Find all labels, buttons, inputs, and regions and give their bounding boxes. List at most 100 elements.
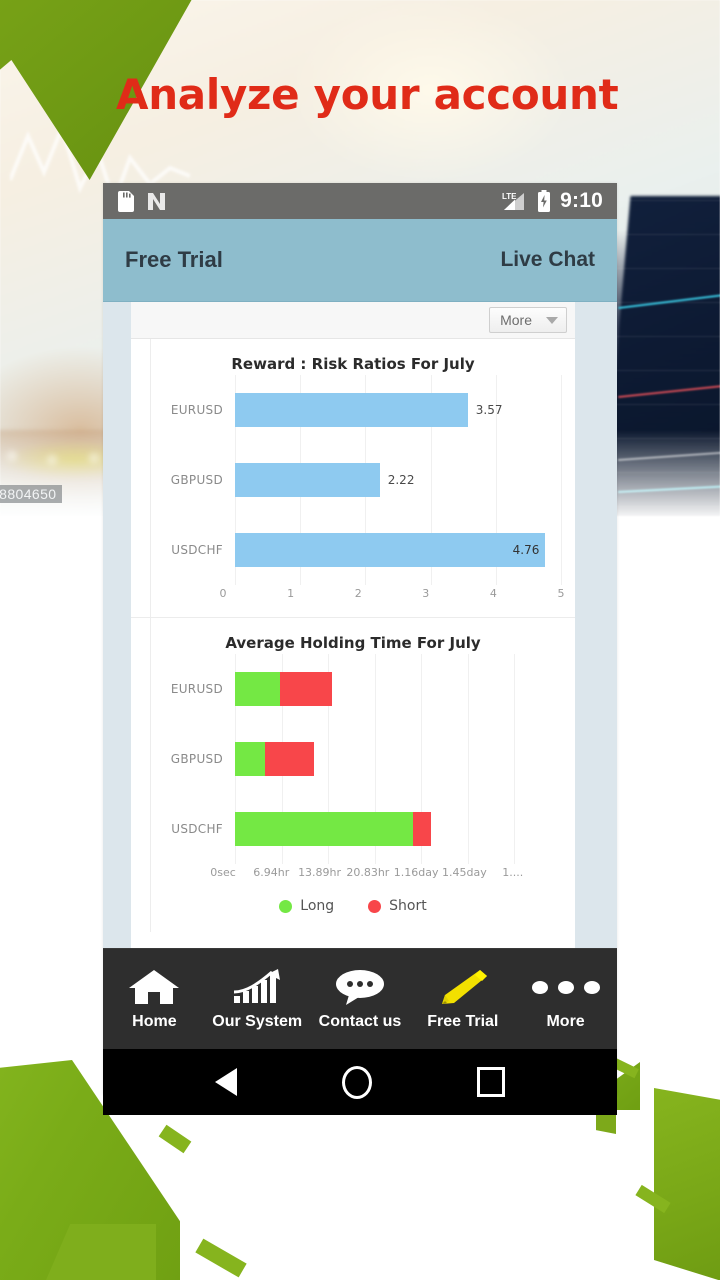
reward-risk-chart-card: Reward : Risk Ratios For July EURUSD 3.57… (131, 339, 575, 617)
x-tick-label: 5 (557, 587, 565, 600)
chart-title: Reward : Risk Ratios For July (231, 355, 475, 373)
x-tick-label: 1 (287, 587, 295, 600)
tab-our-system[interactable]: Our System (206, 949, 309, 1049)
legend-dot-icon (279, 899, 293, 913)
chart-bar-segment (279, 672, 332, 706)
more-dropdown-label: More (500, 312, 532, 328)
x-axis-ticks: 0 1 2 3 4 5 (219, 587, 565, 605)
content-left-gutter (103, 302, 131, 948)
x-tick-label: 1.45day (442, 866, 487, 879)
stock-watermark: 68804650 (0, 485, 62, 503)
chart-bar-row: GBPUSD (145, 724, 561, 794)
bar-value-label: 4.76 (512, 543, 540, 557)
circle-home-icon[interactable] (341, 1065, 372, 1099)
report-toolbar: More (131, 302, 575, 339)
x-tick-label: 1.... (502, 866, 524, 879)
legend-label: Short (389, 898, 427, 914)
live-chat-button[interactable]: Live Chat (500, 248, 595, 272)
home-icon (127, 967, 181, 1007)
bar-track: 4.76 (235, 515, 562, 585)
x-tick-label: 6.94hr (253, 866, 290, 879)
chart-bar (235, 533, 546, 567)
category-label: GBPUSD (170, 752, 223, 766)
legend-dot-icon (368, 899, 382, 913)
chevron-down-icon (546, 316, 558, 324)
chat-bubble-icon (333, 967, 387, 1007)
x-tick-label: 2 (354, 587, 362, 600)
decor-green-bottom-right (654, 1088, 720, 1280)
chart-bar-segment (413, 812, 432, 846)
sd-card-icon (118, 190, 134, 212)
bar-track (235, 794, 561, 864)
content-right-gutter (575, 302, 617, 948)
x-tick-label: 1.16day (393, 866, 439, 879)
tab-more[interactable]: More (514, 949, 617, 1049)
chart-bar-row: USDCHF 4.76 (145, 515, 562, 585)
x-tick-label: 20.83hr (346, 866, 390, 879)
bottom-tab-bar: Home Our System Contact us Free Trial More (103, 948, 617, 1049)
app-title: Free Trial (125, 247, 223, 272)
x-tick-label: 4 (489, 587, 497, 600)
legend-item: Short (368, 898, 427, 914)
x-axis-ticks: 0sec 6.94hr 13.89hr 20.83hr 1.16day 1.45day 1.… (210, 866, 561, 884)
category-label: USDCHF (171, 822, 223, 836)
chart-bar-segment (235, 742, 265, 776)
chart-bar-segment (264, 742, 314, 776)
phone-screenshot: LTE 9:10 Free Trial Live Chat More Rewar… (103, 183, 617, 1115)
chart-bar-row: GBPUSD 2.22 (145, 445, 562, 515)
chart-bar-segment (235, 672, 280, 706)
signal-bars-icon: LTE (502, 192, 525, 210)
tab-contact-us[interactable]: Contact us (309, 949, 412, 1049)
chart-legend: Long Short (131, 890, 575, 926)
promo-screenshot: 68804650 Analyze your account (0, 0, 720, 1280)
holding-time-x-axis: 0sec 6.94hr 13.89hr 20.83hr 1.16day 1.45day 1.… (145, 866, 561, 884)
highlighter-pen-icon (436, 967, 490, 1007)
tab-home[interactable]: Home (103, 949, 206, 1049)
chart-bar-row: EURUSD 3.57 (145, 375, 562, 445)
reward-risk-x-axis: 0 1 2 3 4 5 (145, 587, 565, 605)
category-label: USDCHF (171, 543, 223, 557)
chart-title: Average Holding Time For July (225, 634, 481, 652)
reward-risk-plot: EURUSD 3.57 GBPUSD 2.22 USDCHF 4.76 (145, 375, 562, 585)
category-label: EURUSD (170, 682, 223, 696)
bar-track: 2.22 (235, 445, 562, 515)
three-dots-icon (531, 967, 600, 1007)
x-tick-label: 0 (219, 587, 227, 600)
app-header-bar: Free Trial Live Chat (103, 219, 617, 302)
tab-label: Our System (212, 1013, 303, 1030)
category-label: EURUSD (170, 403, 223, 417)
more-dropdown-button[interactable]: More (489, 307, 567, 333)
android-status-bar: LTE 9:10 (103, 183, 617, 219)
legend-item: Long (279, 898, 334, 914)
tab-label: Contact us (318, 1013, 402, 1030)
battery-charging-icon (538, 190, 551, 212)
chart-bar-segment (235, 812, 414, 846)
tab-free-trial[interactable]: Free Trial (411, 949, 514, 1049)
growth-chart-icon (230, 967, 284, 1007)
status-bar-clock: 9:10 (560, 189, 603, 212)
tab-label: Home (132, 1013, 177, 1030)
bar-track (235, 724, 561, 794)
holding-time-chart-card: Average Holding Time For July EURUSD GBPU… (131, 617, 575, 932)
category-label: GBPUSD (170, 473, 223, 487)
nfc-n-icon (148, 192, 165, 210)
square-recents-icon[interactable] (476, 1067, 505, 1097)
bar-value-label: 2.22 (387, 473, 415, 487)
holding-time-plot: EURUSD GBPUSD USDCHF (145, 654, 561, 864)
chart-bar (235, 463, 380, 497)
webview-area: More Reward : Risk Ratios For July EURUS… (103, 302, 617, 948)
triangle-back-icon[interactable] (215, 1068, 238, 1096)
x-tick-label: 3 (422, 587, 430, 600)
chart-bar-row: USDCHF (145, 794, 561, 864)
bar-track: 3.57 (235, 375, 562, 445)
report-content: More Reward : Risk Ratios For July EURUS… (131, 302, 575, 948)
x-tick-label: 0sec (210, 866, 236, 879)
tab-label: More (546, 1013, 585, 1030)
chart-bar-row: EURUSD (145, 654, 561, 724)
page-headline: Analyze your account (116, 70, 619, 119)
decor-green-sliver (158, 1124, 192, 1154)
bar-track (235, 654, 561, 724)
bar-value-label: 3.57 (475, 403, 503, 417)
android-navigation-bar (103, 1049, 617, 1115)
tab-label: Free Trial (427, 1013, 499, 1030)
